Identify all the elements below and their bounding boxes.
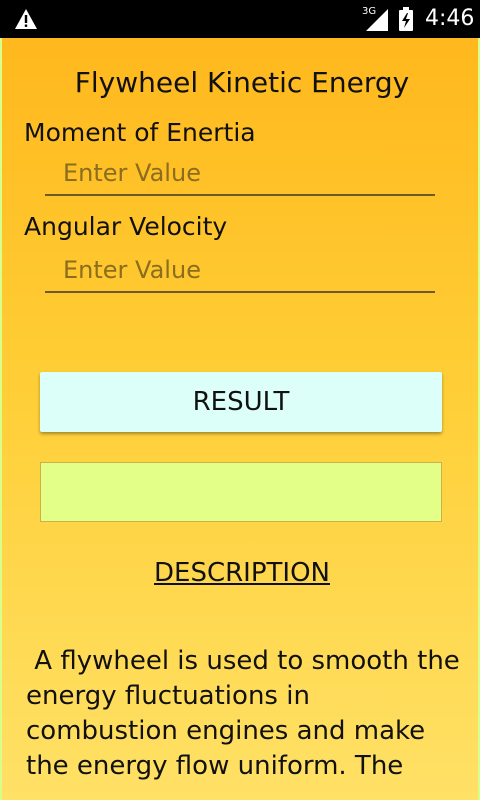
angular-velocity-field (45, 249, 435, 293)
page-title: Flywheel Kinetic Energy (74, 66, 410, 99)
description-text: A flywheel is used to smooth the energy … (26, 646, 469, 781)
angular-velocity-input[interactable] (45, 249, 435, 291)
description-heading: DESCRIPTION (154, 558, 330, 588)
app-screen: Flywheel Kinetic Energy Moment of Enerti… (0, 38, 480, 800)
angular-velocity-label: Angular Velocity (24, 212, 228, 241)
status-bar: 3G 4:46 (0, 0, 480, 38)
warning-icon (15, 9, 37, 29)
signal-icon (366, 9, 388, 31)
clock: 4:46 (425, 6, 475, 31)
result-button[interactable]: RESULT (40, 372, 442, 432)
result-output (40, 462, 442, 522)
moment-of-inertia-field (45, 152, 435, 196)
moment-of-inertia-input[interactable] (45, 152, 435, 194)
moment-of-inertia-label: Moment of Enertia (24, 118, 256, 147)
battery-charging-icon (399, 7, 413, 31)
